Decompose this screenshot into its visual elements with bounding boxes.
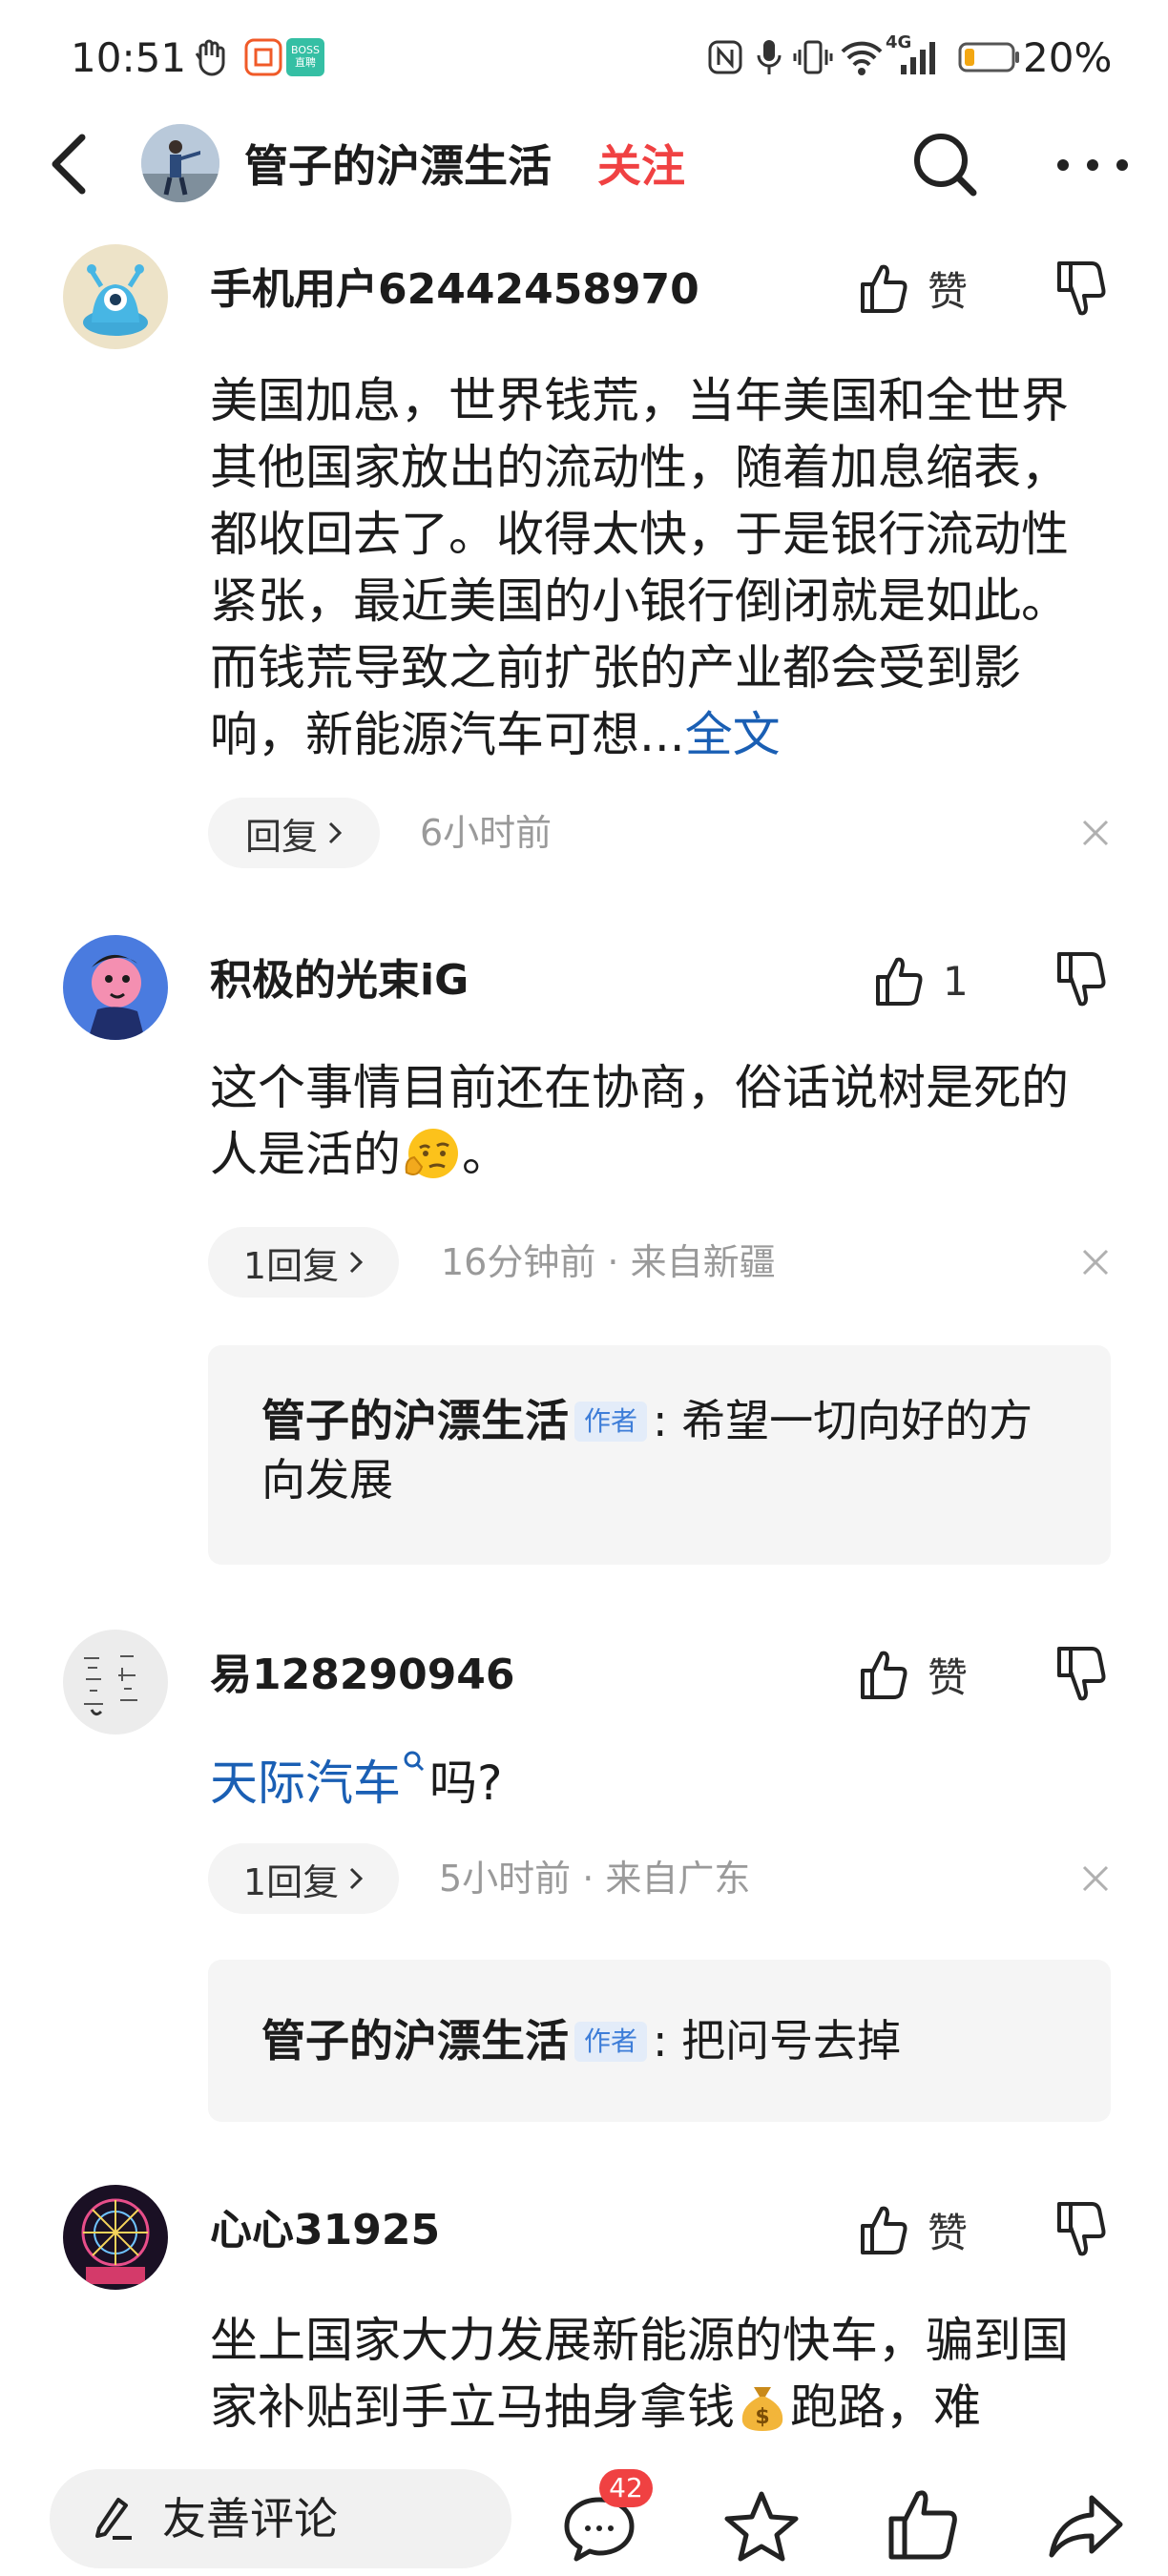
comment-body: 这个事情目前还在协商，俗话说树是死的人是活的 xyxy=(210,1060,1069,1182)
comment-meta: 6小时前 xyxy=(420,812,553,854)
author-avatar[interactable] xyxy=(141,124,219,202)
reply-text: : 把问号去掉 xyxy=(653,2015,902,2067)
like-button[interactable]: 赞 xyxy=(859,2196,968,2263)
comment-input-placeholder[interactable]: 友善评论 xyxy=(162,2490,338,2547)
thumbs-down-icon[interactable] xyxy=(1052,258,1109,319)
comment-text: 这个事情目前还在协商，俗话说树是死的人是活的 。 xyxy=(210,1054,1107,1188)
pink-cartoon-avatar-image xyxy=(63,935,168,1040)
reply-label: 1回复 xyxy=(242,1244,340,1287)
commenter-avatar[interactable] xyxy=(63,935,168,1040)
thinking-face-emoji-icon xyxy=(405,1129,458,1178)
money-bag-emoji-icon: $ xyxy=(741,2387,783,2431)
thumbs-down-icon[interactable] xyxy=(1052,2198,1109,2259)
reply-button[interactable]: 1回复 xyxy=(208,1843,399,1914)
like-label: 赞 xyxy=(928,267,969,315)
like-button[interactable]: 赞 xyxy=(859,255,968,322)
author-reply: 管子的沪漂生活 作者: 希望一切向好的方向发展 xyxy=(261,1391,1073,1509)
search-link[interactable]: 天际汽车 xyxy=(210,1755,401,1811)
calligraphy-avatar-image xyxy=(63,1630,168,1735)
comment-body-end: 。 xyxy=(462,1127,510,1182)
reply-author[interactable]: 管子的沪漂生活 xyxy=(261,1395,569,1446)
hand-icon xyxy=(195,39,225,76)
author-avatar-image xyxy=(141,124,219,202)
battery-percent: 20% xyxy=(1023,34,1113,81)
pen-icon xyxy=(95,2498,132,2540)
more-options-icon[interactable] xyxy=(1050,143,1136,187)
cartoon-alien-avatar-image xyxy=(63,244,168,349)
header-title[interactable]: 管子的沪漂生活 xyxy=(244,139,552,193)
author-reply-box[interactable]: 管子的沪漂生活 作者: 希望一切向好的方向发展 xyxy=(208,1345,1111,1565)
ferris-wheel-avatar-image xyxy=(63,2185,168,2290)
boss-badge-top: BOSS xyxy=(291,44,320,56)
comment-body: 吗? xyxy=(429,1755,503,1811)
comment-text: 美国加息，世界钱荒，当年美国和全世界其他国家放出的流动性，随着加息缩表，都收回去… xyxy=(210,367,1107,768)
commenter-username[interactable]: 积极的光束iG xyxy=(210,954,469,1008)
reply-button[interactable]: 1回复 xyxy=(208,1227,399,1298)
thumbs-up-icon xyxy=(861,264,907,313)
comment-meta: 5小时前 · 来自广东 xyxy=(439,1858,751,1900)
thumbs-down-icon[interactable] xyxy=(1052,948,1109,1009)
vibrate-icon xyxy=(793,40,833,74)
follow-button[interactable]: 关注 xyxy=(597,139,685,193)
thumbs-up-icon xyxy=(861,1651,907,1699)
comment-meta: 16分钟前 · 来自新疆 xyxy=(441,1241,776,1283)
author-tag: 作者 xyxy=(574,1402,648,1442)
reply-label: 回复 xyxy=(244,815,318,858)
status-time: 10:51 xyxy=(71,34,187,81)
like-label: 赞 xyxy=(928,2209,969,2256)
thumbs-up-icon[interactable] xyxy=(886,2486,962,2563)
star-icon[interactable] xyxy=(723,2488,800,2565)
comment-body-end: 跑路，难 xyxy=(790,2379,981,2435)
comment-count-badge: 42 xyxy=(599,2469,653,2507)
back-button[interactable] xyxy=(36,124,103,204)
thumbs-up-icon xyxy=(876,957,923,1006)
signal-4g-icon xyxy=(901,42,935,74)
boss-zhipin-icon: BOSS 直聘 xyxy=(286,38,324,76)
chevron-right-icon xyxy=(350,1867,364,1890)
chevron-right-icon xyxy=(350,1251,364,1274)
search-icon[interactable] xyxy=(907,122,983,208)
battery-icon xyxy=(958,42,1019,73)
comment-body: 美国加息，世界钱荒，当年美国和全世界其他国家放出的流动性，随着加息缩表，都收回去… xyxy=(210,373,1069,762)
commenter-avatar[interactable] xyxy=(63,2185,168,2290)
svg-text:$: $ xyxy=(755,2405,769,2429)
commenter-avatar[interactable] xyxy=(63,1630,168,1735)
commenter-username[interactable]: 手机用户62442458970 xyxy=(210,263,699,317)
close-icon[interactable] xyxy=(1076,1243,1115,1281)
thumbs-down-icon[interactable] xyxy=(1052,1643,1109,1704)
like-button[interactable]: 赞 xyxy=(859,1641,968,1708)
author-tag: 作者 xyxy=(574,2022,648,2062)
read-full-link[interactable]: 全文 xyxy=(685,707,781,762)
reply-label: 1回复 xyxy=(242,1860,340,1903)
boss-badge-bottom: 直聘 xyxy=(295,56,316,69)
commenter-username[interactable]: 心心31925 xyxy=(210,2204,440,2257)
close-icon[interactable] xyxy=(1076,1859,1115,1898)
author-reply-box[interactable]: 管子的沪漂生活 作者: 把问号去掉 xyxy=(208,1960,1111,2122)
close-icon[interactable] xyxy=(1076,814,1115,852)
like-label: 赞 xyxy=(928,1653,969,1701)
nfc-icon xyxy=(708,40,742,74)
commenter-username[interactable]: 易128290946 xyxy=(210,1649,515,1702)
share-icon[interactable] xyxy=(1048,2488,1124,2565)
reply-author[interactable]: 管子的沪漂生活 xyxy=(261,2015,569,2067)
reply-button[interactable]: 回复 xyxy=(208,798,380,868)
comment-text: 天际汽车 吗? xyxy=(210,1748,1107,1817)
search-icon xyxy=(404,1751,425,1772)
mic-icon xyxy=(757,40,782,74)
dingding-icon xyxy=(244,38,282,76)
comment-text: 坐上国家大力发展新能源的快车，骗到国家补贴到手立马抽身拿钱 $ 跑路，难 xyxy=(210,2307,1107,2441)
chevron-right-icon xyxy=(328,821,343,844)
author-reply: 管子的沪漂生活 作者: 把问号去掉 xyxy=(261,2011,1073,2070)
thumbs-up-icon xyxy=(861,2206,907,2254)
wifi-icon xyxy=(841,41,883,75)
like-button[interactable]: 1 xyxy=(874,947,969,1014)
like-count: 1 xyxy=(943,957,969,1005)
commenter-avatar[interactable] xyxy=(63,244,168,349)
